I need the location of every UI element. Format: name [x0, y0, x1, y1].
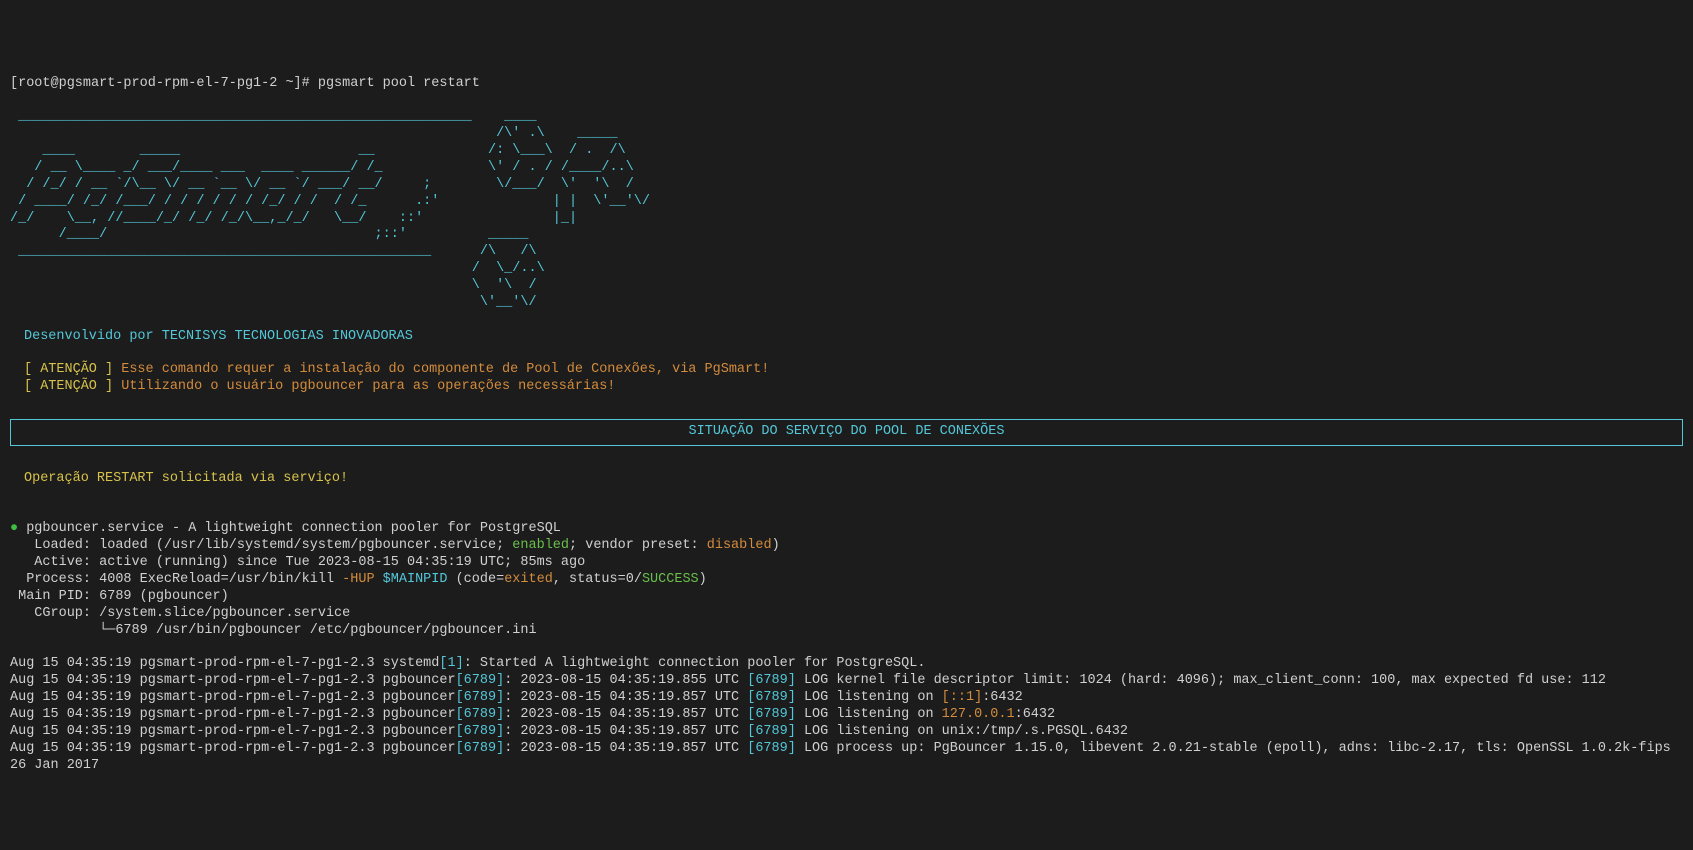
log-l5-c: LOG listening on unix:/tmp/.s.PGSQL.6432	[796, 724, 1128, 739]
log-l1-b: : Started A lightweight connection poole…	[464, 656, 926, 671]
service-cgroup-2: └─6789 /usr/bin/pgbouncer /etc/pgbouncer…	[10, 623, 537, 638]
log-l6-b: : 2023-08-15 04:35:19.857 UTC	[504, 741, 747, 756]
log-l1-pid: [1]	[439, 656, 463, 671]
shell-prompt: [root@pgsmart-prod-rpm-el-7-pg1-2 ~]#	[10, 76, 318, 91]
log-l4-b: : 2023-08-15 04:35:19.857 UTC	[504, 707, 747, 722]
warning-tag: [ ATENÇÃO ]	[24, 379, 121, 394]
log-l6-pid: [6789]	[456, 741, 505, 756]
log-l4-addr: 127.0.0.1	[942, 707, 1015, 722]
status-success: SUCCESS	[642, 572, 699, 587]
sp	[375, 572, 383, 587]
status-bullet-icon: ●	[10, 521, 26, 536]
service-active: Active: active (running) since Tue 2023-…	[10, 555, 585, 570]
service-loaded: Loaded: loaded (/usr/lib/systemd/system/…	[10, 538, 512, 553]
log-l5-pid: [6789]	[456, 724, 505, 739]
operation-message: Operação RESTART solicitada via serviço!	[24, 471, 348, 486]
service-loaded-b: ; vendor preset:	[569, 538, 707, 553]
mainpid-var: $MAINPID	[383, 572, 448, 587]
log-l6-pid2: [6789]	[747, 741, 796, 756]
warning-line-2: Utilizando o usuário pgbouncer para as o…	[121, 379, 615, 394]
preset-state: disabled	[707, 538, 772, 553]
log-l6-a: Aug 15 04:35:19 pgsmart-prod-rpm-el-7-pg…	[10, 741, 456, 756]
log-l4-pid2: [6789]	[747, 707, 796, 722]
log-l5-pid2: [6789]	[747, 724, 796, 739]
service-cgroup-1: CGroup: /system.slice/pgbouncer.service	[10, 606, 350, 621]
service-process-d: , status=0/	[553, 572, 642, 587]
service-header: pgbouncer.service - A lightweight connec…	[26, 521, 561, 536]
log-l2-pid: [6789]	[456, 673, 505, 688]
command-input[interactable]: pgsmart pool restart	[318, 76, 480, 91]
service-process-a: Process: 4008 ExecReload=/usr/bin/kill	[10, 572, 342, 587]
status-header-box: SITUAÇÃO DO SERVIÇO DO POOL DE CONEXÕES	[10, 419, 1683, 446]
log-l3-a: Aug 15 04:35:19 pgsmart-prod-rpm-el-7-pg…	[10, 690, 456, 705]
log-l3-addr: [::1]	[942, 690, 983, 705]
log-l3-c: LOG listening on	[796, 690, 942, 705]
enabled-state: enabled	[512, 538, 569, 553]
code-exited: exited	[504, 572, 553, 587]
log-l4-d: :6432	[1015, 707, 1056, 722]
log-l2-c: LOG kernel file descriptor limit: 1024 (…	[796, 673, 1606, 688]
signal-hup: -HUP	[342, 572, 374, 587]
service-loaded-c: )	[772, 538, 780, 553]
log-l3-pid: [6789]	[456, 690, 505, 705]
log-l2-pid2: [6789]	[747, 673, 796, 688]
log-l2-a: Aug 15 04:35:19 pgsmart-prod-rpm-el-7-pg…	[10, 673, 456, 688]
developed-by: Desenvolvido por TECNISYS TECNOLOGIAS IN…	[24, 329, 413, 344]
log-l5-b: : 2023-08-15 04:35:19.857 UTC	[504, 724, 747, 739]
log-l4-a: Aug 15 04:35:19 pgsmart-prod-rpm-el-7-pg…	[10, 707, 456, 722]
log-l2-b: : 2023-08-15 04:35:19.855 UTC	[504, 673, 747, 688]
status-title: SITUAÇÃO DO SERVIÇO DO POOL DE CONEXÕES	[689, 424, 1005, 439]
log-l3-pid2: [6789]	[747, 690, 796, 705]
warning-line-1: Esse comando requer a instalação do comp…	[121, 362, 769, 377]
service-process-c: (code=	[447, 572, 504, 587]
log-l4-pid: [6789]	[456, 707, 505, 722]
log-l3-d: :6432	[982, 690, 1023, 705]
warning-tag: [ ATENÇÃO ]	[24, 362, 121, 377]
log-l5-a: Aug 15 04:35:19 pgsmart-prod-rpm-el-7-pg…	[10, 724, 456, 739]
service-process-e: )	[699, 572, 707, 587]
ascii-banner: ________________________________________…	[10, 109, 650, 310]
log-l1-a: Aug 15 04:35:19 pgsmart-prod-rpm-el-7-pg…	[10, 656, 439, 671]
service-mainpid: Main PID: 6789 (pgbouncer)	[10, 589, 229, 604]
log-l3-b: : 2023-08-15 04:35:19.857 UTC	[504, 690, 747, 705]
log-l4-c: LOG listening on	[796, 707, 942, 722]
